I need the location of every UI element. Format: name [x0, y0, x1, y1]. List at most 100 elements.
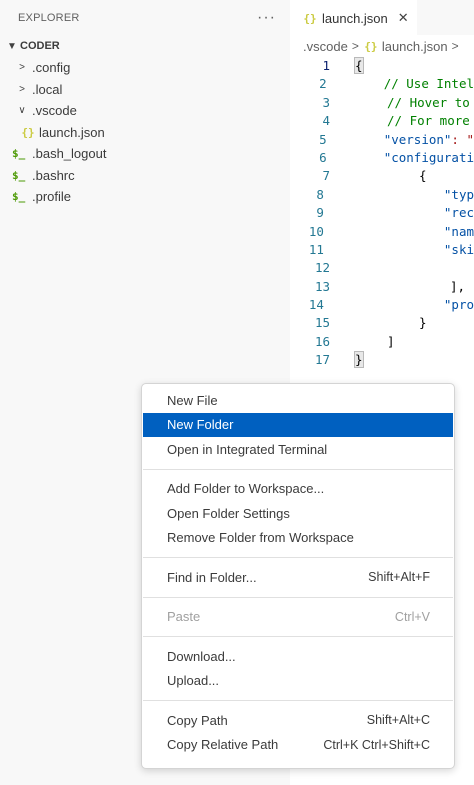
line-number: 13	[314, 278, 330, 294]
menu-item-label: Copy Relative Path	[167, 737, 279, 753]
shell-file-icon: $_	[12, 147, 26, 161]
more-actions-icon[interactable]: ···	[257, 9, 276, 27]
tree-item-label: .vscode	[32, 103, 77, 119]
line-number: 15	[314, 315, 330, 331]
menu-item-shortcut: Shift+Alt+F	[368, 570, 430, 585]
chevron-right-icon: >	[451, 39, 459, 53]
tree-item-label: .bashrc	[32, 167, 75, 183]
code-text: // Hover to	[387, 94, 470, 110]
menu-item-label: Remove Folder from Workspace	[167, 530, 354, 546]
line-number: 2	[319, 76, 327, 92]
line-number: 6	[319, 149, 327, 165]
code-text: "nam	[443, 223, 474, 239]
line-number: 11	[308, 241, 324, 257]
code-line: 10 "nam	[290, 223, 474, 241]
menu-item-label: Copy Path	[167, 712, 228, 728]
code-line: 15}	[290, 314, 474, 332]
code-line: 12	[290, 259, 474, 277]
menu-item-open-folder-settings[interactable]: Open Folder Settings	[142, 501, 454, 526]
shell-file-icon: $_	[12, 190, 26, 204]
chevron-right-icon: >	[19, 62, 25, 74]
code-text: // For more	[387, 113, 470, 129]
menu-item-paste: Paste Ctrl+V	[142, 605, 454, 630]
tree-item-vscode[interactable]: ∨ .vscode	[0, 100, 290, 122]
menu-item-upload[interactable]: Upload...	[142, 669, 454, 694]
json-file-icon: {}	[21, 125, 35, 139]
menu-item-label: Download...	[167, 648, 236, 664]
json-file-icon: {}	[303, 11, 317, 25]
json-file-icon: {}	[364, 39, 378, 53]
line-number: 5	[319, 131, 327, 147]
menu-item-new-file[interactable]: New File	[142, 388, 454, 413]
tree-item-label: .bash_logout	[32, 146, 107, 162]
tree-item-profile[interactable]: $_ .profile	[0, 186, 290, 208]
code-text: : "	[451, 131, 474, 147]
line-number: 9	[316, 205, 324, 221]
tree-item-config[interactable]: > .config	[0, 57, 290, 79]
code-text: {	[419, 168, 427, 184]
chevron-right-icon: >	[351, 39, 359, 53]
close-icon[interactable]: ✕	[398, 10, 409, 26]
line-number: 12	[314, 260, 330, 276]
menu-item-copy-path[interactable]: Copy Path Shift+Alt+C	[142, 708, 454, 733]
code-text: // Use Intel	[383, 76, 474, 92]
menu-item-find-in-folder[interactable]: Find in Folder... Shift+Alt+F	[142, 565, 454, 590]
shell-file-icon: $_	[12, 168, 26, 182]
menu-item-new-folder[interactable]: New Folder	[143, 412, 453, 437]
code-line: 13],	[290, 278, 474, 296]
menu-separator	[143, 636, 453, 637]
menu-item-label: Add Folder to Workspace...	[167, 481, 325, 497]
code-line: 1{	[290, 57, 474, 75]
code-text: ]	[387, 333, 395, 349]
menu-separator	[143, 468, 453, 470]
menu-item-label: Paste	[167, 609, 201, 625]
menu-item-download[interactable]: Download...	[142, 644, 454, 669]
line-number: 16	[314, 333, 330, 349]
breadcrumb: .vscode > {} launch.json >	[290, 35, 474, 57]
tab-launch-json[interactable]: {} launch.json ✕	[290, 0, 417, 35]
code-text: "typ	[443, 186, 474, 202]
menu-separator	[143, 557, 453, 558]
tree-item-bashrc[interactable]: $_ .bashrc	[0, 165, 290, 187]
code-text: "configurati	[383, 149, 474, 165]
menu-item-copy-relative-path[interactable]: Copy Relative Path Ctrl+K Ctrl+Shift+C	[142, 733, 454, 758]
workspace-title: CODER	[20, 40, 60, 52]
menu-item-add-folder-workspace[interactable]: Add Folder to Workspace...	[142, 477, 454, 502]
workspace-section-header[interactable]: ▼ CODER	[0, 35, 290, 57]
code-text: "version"	[383, 131, 452, 147]
menu-separator	[143, 596, 453, 598]
breadcrumb-item-vscode[interactable]: .vscode	[303, 39, 348, 54]
tree-item-label: .config	[32, 60, 71, 76]
bracket-highlight: }	[354, 351, 364, 369]
line-number: 14	[308, 297, 324, 313]
code-line: 7{	[290, 167, 474, 185]
line-number: 10	[308, 223, 324, 239]
code-editor[interactable]: 1{ 2// Use Intel 3// Hover to 4// For mo…	[290, 57, 474, 370]
line-number: 4	[322, 113, 330, 129]
menu-item-label: Upload...	[167, 673, 220, 689]
line-number: 17	[314, 352, 330, 368]
code-line: 11 "ski	[290, 241, 474, 259]
menu-item-open-terminal[interactable]: Open in Integrated Terminal	[142, 437, 454, 462]
tree-item-label: .local	[32, 81, 63, 97]
chevron-right-icon: >	[19, 83, 25, 95]
tree-item-launch-json[interactable]: {} launch.json	[0, 122, 290, 144]
code-text: "ski	[443, 241, 474, 257]
code-line: 6 "configurati	[290, 149, 474, 167]
chevron-down-icon: ∨	[18, 105, 26, 117]
menu-item-remove-folder-workspace[interactable]: Remove Folder from Workspace	[142, 526, 454, 551]
code-line: 9 "rec	[290, 204, 474, 222]
tree-item-bash-logout[interactable]: $_ .bash_logout	[0, 143, 290, 165]
explorer-header: EXPLORER ···	[0, 0, 290, 35]
editor-tabbar: {} launch.json ✕	[290, 0, 474, 35]
code-line: 2 // Use Intel	[290, 75, 474, 93]
menu-separator	[143, 700, 453, 701]
tree-item-local[interactable]: > .local	[0, 79, 290, 101]
breadcrumb-item-launch-json[interactable]: launch.json	[382, 39, 448, 54]
code-text: }	[419, 315, 427, 331]
line-number: 7	[322, 168, 330, 184]
code-line: 5 "version": "	[290, 131, 474, 149]
menu-item-label: New File	[167, 392, 218, 408]
code-text: ],	[450, 278, 466, 294]
